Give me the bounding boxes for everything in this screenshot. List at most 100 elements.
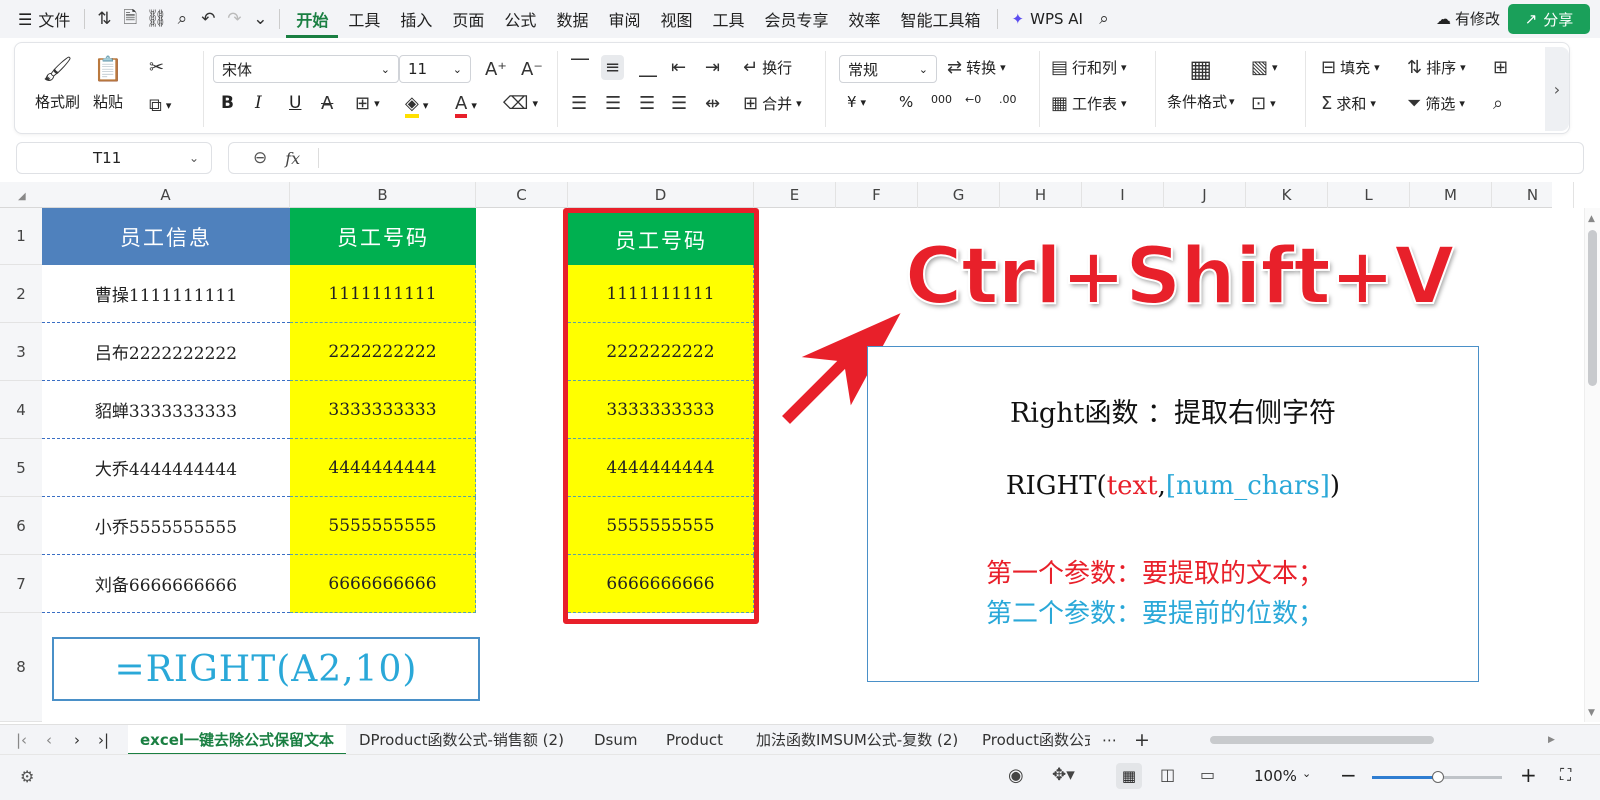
column-header-j[interactable]: J xyxy=(1164,182,1246,208)
employee-info-cell[interactable]: 大乔4444444444 xyxy=(42,439,290,497)
font-name-select[interactable]: 宋体 ⌄ xyxy=(213,55,399,83)
ribbon-scroll-right-button[interactable]: › xyxy=(1545,47,1569,131)
bold-button[interactable]: B xyxy=(221,93,234,113)
row-header-8[interactable]: 8 xyxy=(0,613,42,722)
row-header-4[interactable]: 4 xyxy=(0,381,42,439)
zoom-in-icon[interactable]: + xyxy=(1520,763,1537,787)
column-header-n[interactable]: N xyxy=(1492,182,1574,208)
copy-button[interactable]: ⧉ ▾ xyxy=(149,95,171,116)
align-center-button[interactable]: ☰ xyxy=(605,93,621,114)
conditional-format-button[interactable]: ▦ 条件格式 ▾ xyxy=(1167,55,1235,112)
cut-button[interactable]: ✂ xyxy=(149,57,164,78)
scroll-down-icon[interactable]: ▼ xyxy=(1588,708,1595,718)
name-box[interactable]: T11 ⌄ xyxy=(16,142,212,174)
cell-style-button[interactable]: ▧ ▾ xyxy=(1251,57,1278,78)
tab-member[interactable]: 会员专享 xyxy=(755,7,839,31)
table-style-button[interactable]: ⊡ ▾ xyxy=(1251,93,1276,114)
decimal-increase-button[interactable]: ←0 xyxy=(965,93,981,106)
page-layout-view-icon[interactable]: ◫ xyxy=(1160,765,1175,784)
page-break-view-icon[interactable]: ▭ xyxy=(1200,765,1215,784)
column-header-e[interactable]: E xyxy=(754,182,836,208)
row-header-6[interactable]: 6 xyxy=(0,497,42,555)
indent-increase-button[interactable]: ⇥ xyxy=(705,57,720,78)
align-left-button[interactable]: ☰ xyxy=(571,93,587,114)
decimal-decrease-button[interactable]: .00 xyxy=(999,93,1017,106)
prev-sheet-button[interactable]: ‹ xyxy=(46,725,52,755)
tab-page[interactable]: 页面 xyxy=(442,7,494,31)
add-sheet-icon[interactable]: + xyxy=(1134,725,1150,755)
employee-info-header[interactable]: 员工信息 xyxy=(42,208,290,265)
format-painter-button[interactable]: 🖌 格式刷 xyxy=(35,55,80,112)
fullscreen-icon[interactable]: ⛶ xyxy=(1560,765,1571,785)
column-header-b[interactable]: B xyxy=(290,182,476,208)
employee-number-cell[interactable]: 5555555555 xyxy=(290,497,476,555)
wps-ai-button[interactable]: ✦ WPS AI xyxy=(1004,10,1091,28)
sum-button[interactable]: Σ 求和 ▾ xyxy=(1321,93,1376,114)
zoom-level[interactable]: 100% xyxy=(1254,767,1297,785)
employee-number-cell[interactable]: 1111111111 xyxy=(290,265,476,323)
worksheet-button[interactable]: ▦ 工作表 ▾ xyxy=(1051,93,1127,114)
underline-button[interactable]: U xyxy=(289,93,301,113)
next-sheet-button[interactable]: › xyxy=(74,725,80,755)
column-header-h[interactable]: H xyxy=(1000,182,1082,208)
scroll-up-icon[interactable]: ▲ xyxy=(1588,214,1595,224)
sheet-tab[interactable]: Dsum xyxy=(594,725,637,755)
chevron-down-icon[interactable]: ⌄ xyxy=(1302,767,1311,780)
freeze-button[interactable]: ⊞ xyxy=(1493,57,1508,78)
align-bottom-button[interactable]: ⎽ xyxy=(639,57,657,78)
align-top-button[interactable]: ⎺ xyxy=(571,57,589,78)
search-icon[interactable]: ⌕ xyxy=(1091,6,1117,32)
column-header-f[interactable]: F xyxy=(836,182,918,208)
save-icon[interactable]: 🗎 xyxy=(117,6,143,32)
font-color-button[interactable]: A ▾ xyxy=(455,93,477,118)
fill-color-button[interactable]: ◈ ▾ xyxy=(405,93,428,118)
row-col-button[interactable]: ▤ 行和列 ▾ xyxy=(1051,57,1127,78)
employee-number-cell[interactable]: 3333333333 xyxy=(290,381,476,439)
employee-info-cell[interactable]: 吕布2222222222 xyxy=(42,323,290,381)
quick-access-more-icon[interactable]: ⌄ xyxy=(247,6,273,32)
number-format-select[interactable]: 常规 ⌄ xyxy=(839,55,937,83)
italic-button[interactable]: I xyxy=(255,93,262,113)
thousands-button[interactable]: 000 xyxy=(931,93,952,106)
employee-info-cell[interactable]: 曹操1111111111 xyxy=(42,265,290,323)
employee-info-cell[interactable]: 小乔5555555555 xyxy=(42,497,290,555)
merge-button[interactable]: ⊞ 合并 ▾ xyxy=(743,93,802,114)
file-menu[interactable]: ☰ 文件 xyxy=(0,7,70,31)
tab-smart-toolbox[interactable]: 智能工具箱 xyxy=(891,7,991,31)
sheet-tab[interactable]: Product函数公式 xyxy=(982,725,1090,755)
sheet-tab[interactable]: DProduct函数公式-销售额 (2) xyxy=(359,725,564,755)
increase-font-button[interactable]: A⁺ xyxy=(485,59,507,80)
paste-button[interactable]: 📋 粘贴 xyxy=(93,55,123,112)
more-sheets-icon[interactable]: ⋯ xyxy=(1102,725,1117,755)
sheet-tab[interactable]: 加法函数IMSUM公式-复数 (2) xyxy=(756,725,958,755)
percent-button[interactable]: % xyxy=(899,93,913,111)
filter-button[interactable]: ⏷ 筛选 ▾ xyxy=(1407,93,1465,114)
sheet-tab[interactable]: Product xyxy=(666,725,723,755)
tab-view[interactable]: 视图 xyxy=(650,7,702,31)
sort-quick-icon[interactable]: ⇅ xyxy=(91,6,117,32)
distribute-button[interactable]: ⇹ xyxy=(705,93,720,114)
formula-input[interactable] xyxy=(337,146,1583,170)
column-header-i[interactable]: I xyxy=(1082,182,1164,208)
column-header-d[interactable]: D xyxy=(568,182,754,208)
select-all-corner[interactable]: ◢ xyxy=(0,182,42,208)
normal-view-icon[interactable]: ▦ xyxy=(1116,763,1142,789)
zoom-slider-handle[interactable] xyxy=(1432,771,1444,783)
zoom-slider[interactable] xyxy=(1372,771,1502,783)
share-button[interactable]: ↗ 分享 xyxy=(1508,4,1590,34)
employee-number-cell[interactable]: 4444444444 xyxy=(290,439,476,497)
justify-button[interactable]: ☰ xyxy=(671,93,687,114)
undo-icon[interactable]: ↶ xyxy=(195,6,221,32)
eye-protection-icon[interactable]: ◉ xyxy=(1008,765,1024,786)
link-icon[interactable]: ⛓ xyxy=(143,6,169,32)
scroll-right-icon[interactable]: ▶ xyxy=(1548,725,1555,755)
insert-function-button[interactable]: fx xyxy=(285,149,300,168)
tab-tools-2[interactable]: 工具 xyxy=(702,7,754,31)
tab-data[interactable]: 数据 xyxy=(546,7,598,31)
tab-home[interactable]: 开始 xyxy=(286,7,339,38)
strikethrough-button[interactable]: A xyxy=(321,93,333,114)
row-header-3[interactable]: 3 xyxy=(0,323,42,381)
column-header-g[interactable]: G xyxy=(918,182,1000,208)
revise-button[interactable]: ☁ 有修改 xyxy=(1436,8,1500,29)
align-middle-button[interactable]: ≡ xyxy=(601,55,625,80)
